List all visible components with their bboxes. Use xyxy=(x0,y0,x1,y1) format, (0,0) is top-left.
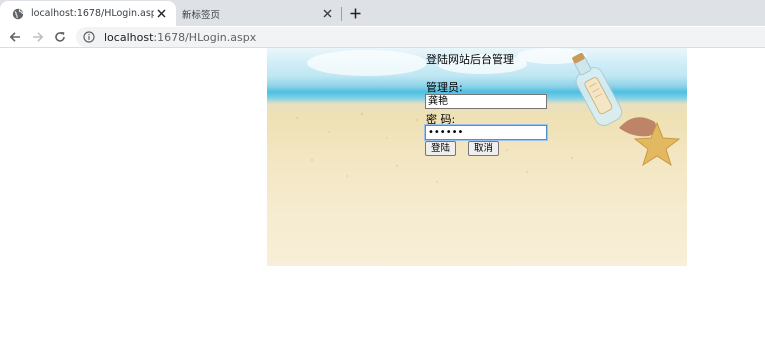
tab-hlogin[interactable]: localhost:1678/HLogin.aspx xyxy=(0,1,176,26)
back-arrow-icon xyxy=(9,32,20,42)
beach-background-image xyxy=(267,48,687,266)
new-tab-button[interactable] xyxy=(346,4,364,22)
back-button[interactable] xyxy=(6,28,24,46)
url-host: localhost xyxy=(104,30,154,44)
close-tab-icon[interactable] xyxy=(320,7,334,21)
reload-button[interactable] xyxy=(51,28,69,46)
tab-separator xyxy=(341,7,342,21)
globe-icon xyxy=(12,8,24,20)
forward-button[interactable] xyxy=(29,28,47,46)
plus-icon xyxy=(350,8,360,18)
reload-icon xyxy=(55,32,65,42)
cancel-button[interactable]: 取消 xyxy=(468,141,499,156)
info-icon[interactable] xyxy=(83,31,95,43)
tab-title: 新标签页 xyxy=(182,9,221,21)
url-path: :1678/HLogin.aspx xyxy=(153,30,257,44)
page-viewport: 登陆网站后台管理 管理员: 龚艳 密 码: •••••• 登陆 取消 xyxy=(0,48,765,341)
close-tab-icon[interactable] xyxy=(154,7,168,21)
forward-arrow-icon xyxy=(33,32,44,42)
password-input[interactable]: •••••• xyxy=(425,125,547,140)
address-bar[interactable]: localhost:1678/HLogin.aspx xyxy=(76,27,765,47)
admin-label: 管理员: xyxy=(426,81,463,94)
tab-title: localhost:1678/HLogin.aspx xyxy=(31,8,154,19)
tab-new-tab[interactable]: 新标签页 xyxy=(176,1,342,26)
url-text: localhost:1678/HLogin.aspx xyxy=(104,31,256,44)
page-title: 登陆网站后台管理 xyxy=(426,53,514,66)
bottle-and-starfish-illustration xyxy=(295,52,681,183)
login-button[interactable]: 登陆 xyxy=(425,141,456,156)
admin-input[interactable]: 龚艳 xyxy=(425,94,547,109)
tab-strip: localhost:1678/HLogin.aspx 新标签页 xyxy=(0,0,765,26)
browser-toolbar: localhost:1678/HLogin.aspx xyxy=(0,26,765,48)
